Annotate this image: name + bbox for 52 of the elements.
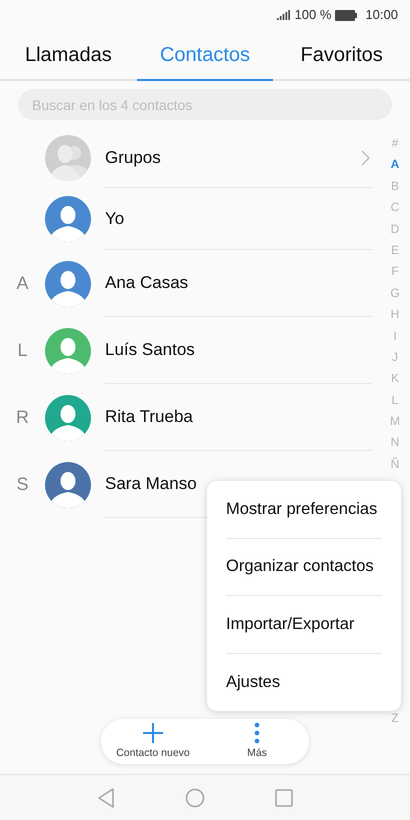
tab[interactable]: Favoritos — [273, 30, 410, 81]
index-letter[interactable]: G — [390, 282, 400, 304]
battery-icon — [335, 10, 358, 20]
index-letter[interactable]: E — [390, 240, 399, 262]
index-letter[interactable]: N — [390, 432, 400, 454]
contact-name[interactable]: Rita Trueba — [105, 404, 193, 430]
menu-item[interactable]: Importar/Exportar — [226, 596, 382, 654]
contact-avatar — [45, 260, 91, 306]
menu-item[interactable]: Ajustes — [226, 654, 382, 711]
more-button[interactable]: Más — [205, 719, 309, 764]
contact-name[interactable]: Yo — [105, 206, 124, 232]
index-letter[interactable]: M — [390, 411, 400, 432]
index-letter[interactable]: # — [392, 133, 398, 154]
new-contact-button[interactable]: Contacto nuevo — [101, 719, 205, 764]
index-letter[interactable]: I — [393, 326, 397, 347]
index-letter[interactable]: K — [390, 368, 399, 390]
contact-name[interactable]: Sara Manso — [105, 471, 197, 497]
clock: 10:00 — [365, 6, 398, 24]
section-letter: S — [16, 473, 28, 496]
battery-percent: 100 % — [294, 6, 332, 24]
index-letter[interactable]: Ñ — [390, 454, 400, 476]
contact-name[interactable]: Ana Casas — [105, 270, 188, 296]
index-letter[interactable]: D — [390, 218, 400, 240]
contact-avatar — [45, 328, 91, 374]
section-letter: L — [17, 339, 28, 362]
section-letter: A — [16, 272, 28, 295]
section-letter: R — [16, 406, 29, 429]
index-letter[interactable]: C — [390, 197, 400, 219]
plus-icon — [142, 722, 164, 744]
index-letter[interactable]: L — [392, 390, 398, 412]
contact-avatar — [45, 462, 91, 508]
tab[interactable]: Llamadas — [0, 30, 137, 81]
index-letter[interactable]: H — [390, 304, 400, 326]
index-letter[interactable]: A — [390, 154, 400, 176]
contact-avatar — [45, 196, 91, 242]
contact-name[interactable]: Luís Santos — [105, 337, 195, 363]
index-letter[interactable]: J — [392, 346, 398, 368]
menu-item[interactable]: Organizar contactos — [226, 538, 382, 596]
index-letter[interactable]: F — [391, 261, 399, 283]
groups-item[interactable]: Grupos — [105, 144, 161, 170]
signal-icon — [276, 10, 291, 20]
more-icon — [254, 722, 260, 744]
back-icon[interactable] — [97, 788, 115, 808]
index-letter[interactable]: Z — [391, 708, 399, 729]
recents-icon[interactable] — [275, 788, 293, 806]
group-avatar — [45, 135, 91, 181]
index-letter[interactable]: B — [390, 176, 399, 198]
menu-item[interactable]: Mostrar preferencias — [226, 481, 382, 538]
chevron-icon — [361, 150, 370, 166]
home-icon[interactable] — [185, 788, 205, 808]
contact-avatar — [45, 394, 91, 440]
tab[interactable]: Contactos — [136, 30, 274, 81]
